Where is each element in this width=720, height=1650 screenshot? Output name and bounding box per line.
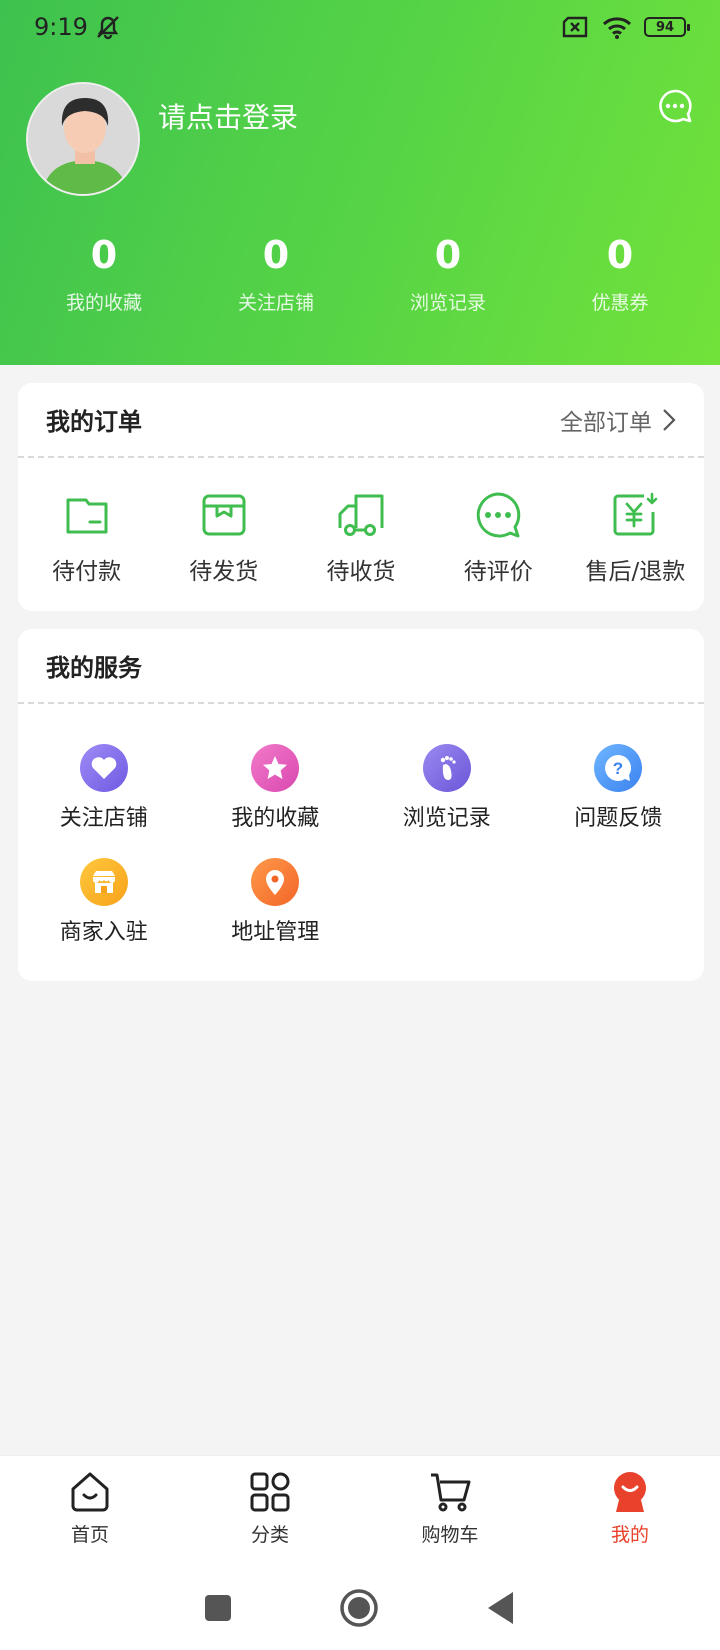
all-orders-link[interactable]: 全部订单	[560, 403, 676, 437]
service-feedback[interactable]: ? 问题反馈	[533, 744, 705, 832]
tab-mine[interactable]: 我的	[540, 1456, 720, 1565]
order-label: 待收货	[326, 559, 396, 585]
service-followed-shops[interactable]: 关注店铺	[18, 744, 190, 832]
service-label: 浏览记录	[402, 806, 491, 831]
question-icon: ?	[594, 744, 643, 792]
chevron-right-icon	[663, 408, 676, 431]
stat-browse-history[interactable]: 0 浏览记录	[362, 228, 534, 315]
order-pending-review[interactable]: 待评价	[430, 490, 567, 586]
avatar[interactable]	[26, 82, 140, 196]
battery-icon: 94	[644, 17, 690, 37]
recent-apps-icon[interactable]	[203, 1593, 233, 1623]
tab-label: 首页	[70, 1524, 109, 1546]
status-time: 9:19	[34, 13, 88, 41]
wallet-icon	[66, 498, 108, 534]
home-icon	[71, 1472, 109, 1512]
stat-label: 优惠券	[591, 292, 649, 314]
stat-favorites[interactable]: 0 我的收藏	[18, 228, 190, 315]
order-label: 待评价	[463, 559, 533, 585]
alarm-off-icon	[97, 16, 119, 40]
stat-value: 0	[262, 233, 290, 277]
service-label: 问题反馈	[574, 806, 663, 831]
service-label: 商家入驻	[59, 920, 148, 945]
message-icon[interactable]	[657, 88, 693, 124]
svg-text:?: ?	[613, 759, 623, 778]
grid-icon	[250, 1472, 290, 1512]
stat-value: 0	[606, 233, 634, 277]
heart-icon	[79, 744, 128, 792]
stat-value: 0	[90, 233, 118, 277]
service-label: 关注店铺	[59, 806, 148, 831]
service-label: 地址管理	[231, 920, 320, 945]
bottom-tab-bar: 首页 分类 购物车 我的	[0, 1455, 720, 1565]
sim-off-icon	[562, 16, 588, 38]
avatar-illustration	[28, 84, 138, 194]
orders-title: 我的订单	[46, 408, 142, 436]
order-after-sales[interactable]: 售后/退款	[567, 490, 704, 586]
login-prompt[interactable]: 请点击登录	[158, 96, 298, 136]
tab-label: 分类	[250, 1524, 289, 1546]
order-label: 待付款	[52, 559, 122, 585]
back-icon[interactable]	[485, 1590, 517, 1626]
system-navigation-bar	[0, 1565, 720, 1650]
shop-icon	[79, 858, 128, 906]
refund-icon	[613, 492, 658, 536]
profile-header: 9:19 94 请点击登录 0 我的收藏 0 关注店铺 0 浏览记录 0 优惠券	[0, 0, 720, 365]
tab-category[interactable]: 分类	[180, 1456, 360, 1565]
cart-icon	[431, 1473, 471, 1512]
truck-icon	[338, 494, 384, 536]
home-button-icon[interactable]	[339, 1588, 379, 1628]
star-icon	[251, 744, 300, 792]
stat-label: 浏览记录	[409, 292, 486, 314]
services-card: 我的服务 关注店铺 我的收藏 浏览记录 ? 问题反馈 商家入驻 地址管理	[18, 629, 704, 981]
stat-value: 0	[434, 233, 462, 277]
tab-label: 购物车	[421, 1524, 479, 1546]
service-merchant-join[interactable]: 商家入驻	[18, 858, 190, 946]
service-browse-history[interactable]: 浏览记录	[361, 744, 533, 832]
tab-label: 我的	[610, 1524, 649, 1546]
service-address[interactable]: 地址管理	[190, 858, 362, 946]
order-label: 售后/退款	[585, 559, 686, 585]
orders-card: 我的订单 全部订单 待付款 待发货 待收货 待评价 售后/退款	[18, 383, 704, 611]
footprint-icon	[422, 744, 471, 792]
order-pending-shipment[interactable]: 待发货	[155, 490, 292, 586]
tab-cart[interactable]: 购物车	[360, 1456, 540, 1565]
battery-level: 94	[655, 19, 675, 35]
service-label: 我的收藏	[231, 806, 320, 831]
status-bar: 9:19 94	[0, 0, 720, 54]
package-icon	[202, 494, 246, 536]
profile-mascot-icon	[614, 1472, 646, 1512]
stat-label: 我的收藏	[65, 292, 142, 314]
all-orders-label: 全部订单	[560, 409, 652, 436]
stat-coupons[interactable]: 0 优惠券	[534, 228, 706, 315]
service-favorites[interactable]: 我的收藏	[190, 744, 362, 832]
stats-row: 0 我的收藏 0 关注店铺 0 浏览记录 0 优惠券	[18, 228, 706, 315]
order-label: 待发货	[189, 559, 259, 585]
stat-followed-shops[interactable]: 0 关注店铺	[190, 228, 362, 315]
order-pending-payment[interactable]: 待付款	[18, 490, 155, 586]
services-title: 我的服务	[46, 654, 142, 682]
stat-label: 关注店铺	[237, 292, 314, 314]
location-pin-icon	[251, 858, 300, 906]
order-pending-receipt[interactable]: 待收货	[292, 490, 429, 586]
chat-bubble-icon	[476, 492, 521, 538]
wifi-icon	[602, 17, 632, 39]
tab-home[interactable]: 首页	[0, 1456, 180, 1565]
